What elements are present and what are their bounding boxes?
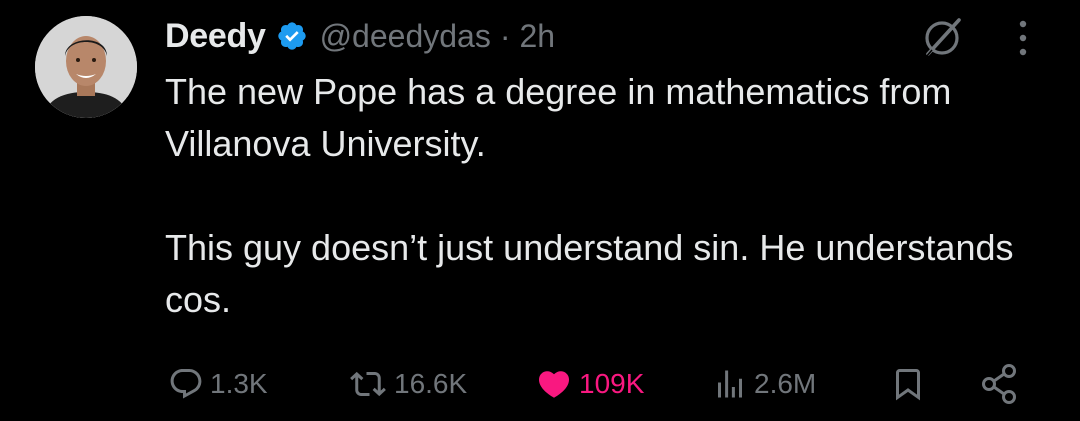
views-icon	[718, 370, 742, 398]
separator: ·	[499, 17, 511, 54]
grok-icon[interactable]	[918, 14, 966, 62]
avatar[interactable]	[35, 16, 137, 118]
bookmark-button[interactable]	[890, 354, 926, 414]
views-button[interactable]: 2.6M	[712, 354, 816, 414]
repost-icon	[350, 371, 386, 397]
tweet-text: The new Pope has a degree in mathematics…	[165, 66, 1045, 326]
tweet[interactable]: Deedy @deedydas · 2h The new Pope has a …	[0, 0, 1080, 421]
more-icon[interactable]	[1014, 18, 1032, 58]
action-bar: 1.3K 16.6K 109K 2.6M	[0, 354, 1080, 414]
verified-badge-icon[interactable]	[276, 20, 308, 52]
tweet-paragraph: The new Pope has a degree in mathematics…	[165, 71, 952, 164]
tweet-paragraph: This guy doesn’t just understand sin. He…	[165, 227, 1014, 320]
display-name[interactable]: Deedy	[165, 17, 266, 56]
like-count: 109K	[579, 368, 645, 399]
share-icon	[982, 364, 1016, 404]
reply-button[interactable]: 1.3K	[168, 354, 268, 414]
like-button[interactable]: 109K	[535, 354, 644, 414]
heart-icon	[538, 371, 570, 398]
avatar-photo	[35, 16, 137, 118]
reply-count: 1.3K	[210, 368, 268, 399]
reply-icon	[170, 369, 202, 399]
views-count: 2.6M	[754, 368, 817, 399]
handle[interactable]: @deedydas	[320, 18, 491, 55]
repost-count: 16.6K	[394, 368, 468, 399]
tweet-header: Deedy @deedydas · 2h	[165, 12, 555, 60]
share-button[interactable]	[978, 354, 1022, 414]
repost-button[interactable]: 16.6K	[348, 354, 467, 414]
timestamp[interactable]: 2h	[519, 18, 555, 55]
bookmark-icon	[896, 369, 920, 401]
